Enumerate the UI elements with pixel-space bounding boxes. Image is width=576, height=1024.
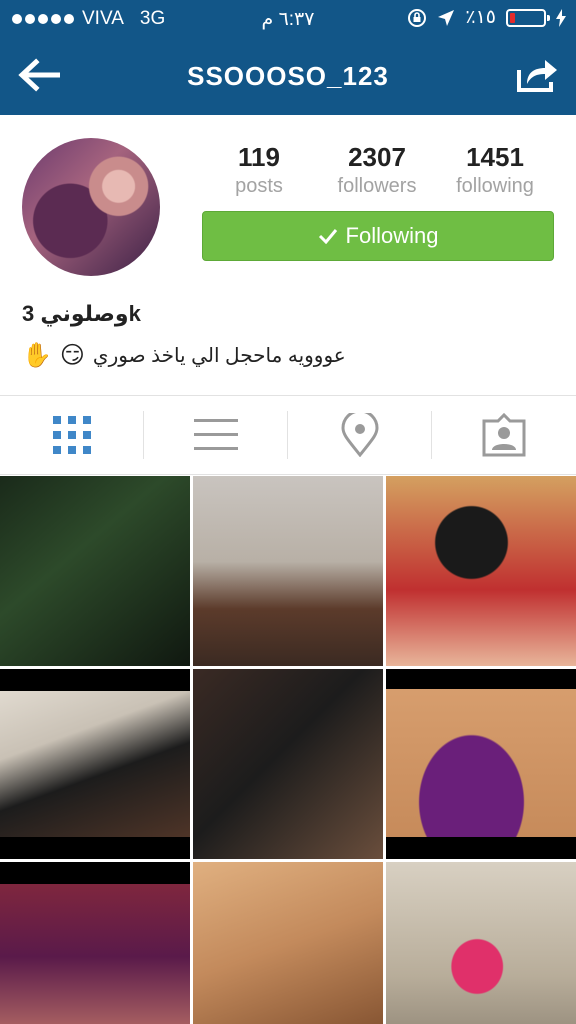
- divider: [0, 474, 576, 475]
- photo-thumbnail[interactable]: [386, 669, 576, 859]
- share-icon: [517, 60, 557, 92]
- photo-thumbnail[interactable]: [193, 476, 383, 666]
- photo-thumbnail[interactable]: [0, 862, 190, 1024]
- photo-thumbnail[interactable]: [386, 476, 576, 666]
- profile-stats: 119 posts 2307 followers 1451 following: [200, 142, 556, 202]
- profile-display-name: وصلوني 3k: [22, 301, 141, 326]
- photo-thumbnail[interactable]: [0, 476, 190, 666]
- location-pin-icon: [341, 413, 379, 457]
- raised-hand-emoji: ✋: [22, 341, 52, 369]
- profile-avatar[interactable]: [22, 138, 160, 276]
- grid-icon: [53, 416, 91, 454]
- photo-thumbnail[interactable]: [386, 862, 576, 1024]
- share-button[interactable]: [512, 52, 562, 98]
- photo-grid: [0, 476, 576, 1024]
- back-button[interactable]: [14, 52, 64, 98]
- posts-label: posts: [235, 175, 283, 197]
- location-arrow-icon: [438, 9, 455, 26]
- stat-posts[interactable]: 119 posts: [200, 142, 318, 198]
- charging-bolt-icon: [556, 8, 566, 27]
- tab-map-view[interactable]: [288, 396, 432, 474]
- tab-list-view[interactable]: [144, 396, 288, 474]
- photo-thumbnail[interactable]: [193, 669, 383, 859]
- profile-bio: ✋ 😏 عووويه ماحجل الي ياخذ صوري: [22, 338, 442, 372]
- photo-thumbnail[interactable]: [193, 862, 383, 1024]
- following-button[interactable]: Following: [202, 211, 554, 261]
- battery-icon: [506, 8, 550, 27]
- followers-count: 2307: [348, 142, 406, 172]
- profile-username-title: SSOOOSO_123: [187, 61, 389, 91]
- following-count: 1451: [466, 142, 524, 172]
- back-arrow-icon: [18, 58, 60, 92]
- top-bar: VIVA 3G ٦:٣٧ م ٪١٥ SSOOOSO_123: [0, 0, 576, 115]
- posts-count: 119: [238, 142, 280, 172]
- followers-label: followers: [337, 175, 417, 197]
- smirk-face-emoji: 😏: [59, 341, 85, 369]
- battery-fill: [510, 12, 515, 23]
- profile-view-tabs: [0, 396, 576, 474]
- tab-grid-view[interactable]: [0, 396, 144, 474]
- bio-text: عووويه ماحجل الي ياخذ صوري: [92, 344, 346, 367]
- profile-header: SSOOOSO_123: [0, 38, 576, 115]
- stat-followers[interactable]: 2307 followers: [318, 142, 436, 198]
- photo-thumbnail[interactable]: [0, 669, 190, 859]
- list-icon: [194, 419, 238, 450]
- stat-following[interactable]: 1451 following: [436, 142, 554, 198]
- rotation-lock-icon: [408, 8, 427, 27]
- status-right-group: ٪١٥: [407, 6, 566, 29]
- status-bar: VIVA 3G ٦:٣٧ م ٪١٥: [0, 0, 576, 38]
- battery-percent: ٪١٥: [465, 7, 496, 28]
- tab-tagged-photos[interactable]: [432, 396, 576, 474]
- following-label: following: [456, 175, 534, 197]
- tagged-person-icon: [482, 413, 526, 457]
- checkmark-icon: [318, 229, 337, 244]
- instagram-profile-screen: VIVA 3G ٦:٣٧ م ٪١٥ SSOOOSO_123 119 posts…: [0, 0, 576, 1024]
- following-button-label: Following: [345, 223, 439, 248]
